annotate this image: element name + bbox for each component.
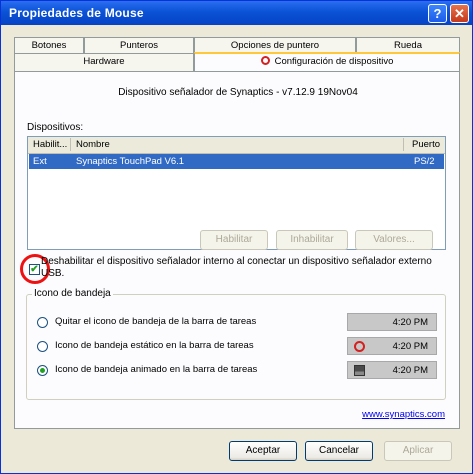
synaptics-icon xyxy=(260,56,270,65)
tab-botones[interactable]: Botones xyxy=(14,37,84,53)
label-static-tray-icon: Icono de bandeja estático en la barra de… xyxy=(55,340,254,351)
label-animated-tray-icon: Icono de bandeja animado en la barra de … xyxy=(55,364,258,375)
list-item[interactable]: Ext Synaptics TouchPad V6.1 PS/2 xyxy=(29,154,444,169)
list-header: Habilit... Nombre Puerto xyxy=(28,137,445,154)
disable-internal-label: Deshabilitar el dispositivo señalador in… xyxy=(41,256,432,279)
row-enabled: Ext xyxy=(33,156,47,167)
row-port: PS/2 xyxy=(414,156,435,167)
radio-static-tray-icon[interactable] xyxy=(37,341,48,352)
close-button[interactable]: ✕ xyxy=(450,4,469,23)
apply-button[interactable]: Aplicar xyxy=(384,441,452,461)
tab-hardware[interactable]: Hardware xyxy=(14,53,194,71)
header-enabled[interactable]: Habilit... xyxy=(33,139,67,150)
window-title: Propiedades de Mouse xyxy=(9,6,144,20)
tray-icon-group: Icono de bandeja Quitar el icono de band… xyxy=(26,288,446,400)
tab-rueda[interactable]: Rueda xyxy=(356,37,460,53)
synaptics-static-icon xyxy=(354,341,365,352)
title-bar[interactable]: Propiedades de Mouse ? ✕ xyxy=(1,1,472,25)
tab-configuracion-label: Configuración de dispositivo xyxy=(274,56,394,67)
header-port[interactable]: Puerto xyxy=(412,139,440,150)
tab-punteros[interactable]: Punteros xyxy=(84,37,194,53)
radio-animated-tray-icon[interactable] xyxy=(37,365,48,376)
header-name[interactable]: Nombre xyxy=(76,139,110,150)
label-remove-tray-icon: Quitar el icono de bandeja de la barra d… xyxy=(55,316,257,327)
settings-button[interactable]: Valores... xyxy=(355,230,433,250)
radio-remove-tray-icon[interactable] xyxy=(37,317,48,328)
synaptics-link[interactable]: www.synaptics.com xyxy=(362,409,445,420)
disable-button[interactable]: Inhabilitar xyxy=(276,230,348,250)
driver-info: Dispositivo señalador de Synaptics - v7.… xyxy=(118,87,358,98)
tab-configuracion-dispositivo[interactable]: Configuración de dispositivo xyxy=(194,52,460,71)
enable-button[interactable]: Habilitar xyxy=(200,230,268,250)
accept-button[interactable]: Aceptar xyxy=(229,441,297,461)
clock-preview-animated: 4:20 PM xyxy=(347,361,437,379)
clock-preview-none: 4:20 PM xyxy=(347,313,437,331)
clock-preview-static: 4:20 PM xyxy=(347,337,437,355)
device-settings-panel: Dispositivo señalador de Synaptics - v7.… xyxy=(14,71,460,429)
cancel-button[interactable]: Cancelar xyxy=(305,441,373,461)
mouse-properties-dialog: Propiedades de Mouse ? ✕ Botones Puntero… xyxy=(0,0,473,474)
clock-time: 4:20 PM xyxy=(392,341,428,352)
synaptics-animated-icon xyxy=(354,365,365,376)
clock-time: 4:20 PM xyxy=(392,365,428,376)
clock-time: 4:20 PM xyxy=(392,317,428,328)
tab-opciones-puntero[interactable]: Opciones de puntero xyxy=(194,37,356,53)
tray-group-label: Icono de bandeja xyxy=(32,288,113,299)
row-name: Synaptics TouchPad V6.1 xyxy=(76,156,185,167)
help-button[interactable]: ? xyxy=(428,4,447,23)
devices-label: Dispositivos: xyxy=(27,122,84,133)
